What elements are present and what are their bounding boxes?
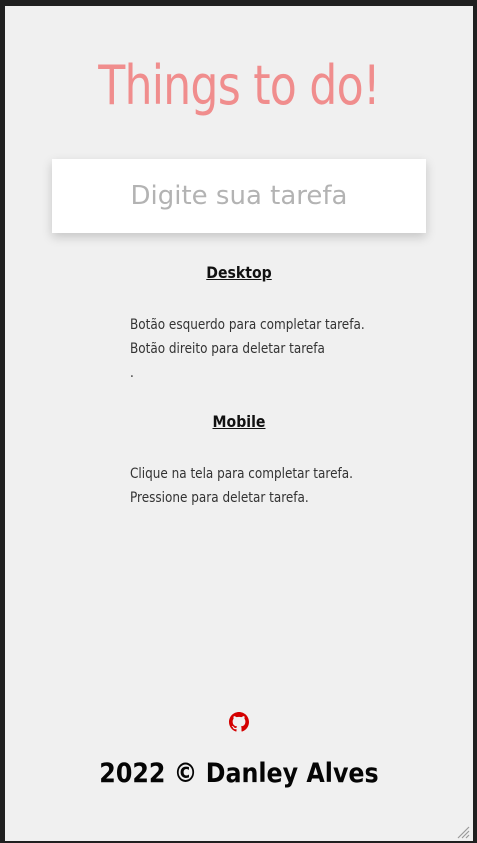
mobile-instruction-line: Pressione para deletar tarefa. [130, 490, 309, 506]
desktop-instructions: Botão esquerdo para completar tarefa. Bo… [130, 313, 365, 385]
mobile-instructions: Clique na tela para completar tarefa. Pr… [130, 462, 353, 510]
desktop-instruction-line: Botão direito para deletar tarefa [130, 341, 325, 357]
app-page: Things to do! Desktop Botão esquerdo par… [5, 6, 473, 841]
page-title: Things to do! [98, 54, 380, 117]
desktop-instruction-line: Botão esquerdo para completar tarefa. [130, 317, 365, 333]
mobile-instruction-line: Clique na tela para completar tarefa. [130, 466, 353, 482]
resize-handle-icon[interactable] [454, 823, 470, 839]
github-icon[interactable] [229, 712, 249, 732]
desktop-heading: Desktop [206, 263, 272, 282]
task-input[interactable] [52, 159, 426, 233]
mobile-heading: Mobile [212, 412, 266, 431]
footer-credit: 2022 © Danley Alves [99, 758, 379, 789]
desktop-instruction-line: . [130, 365, 134, 381]
